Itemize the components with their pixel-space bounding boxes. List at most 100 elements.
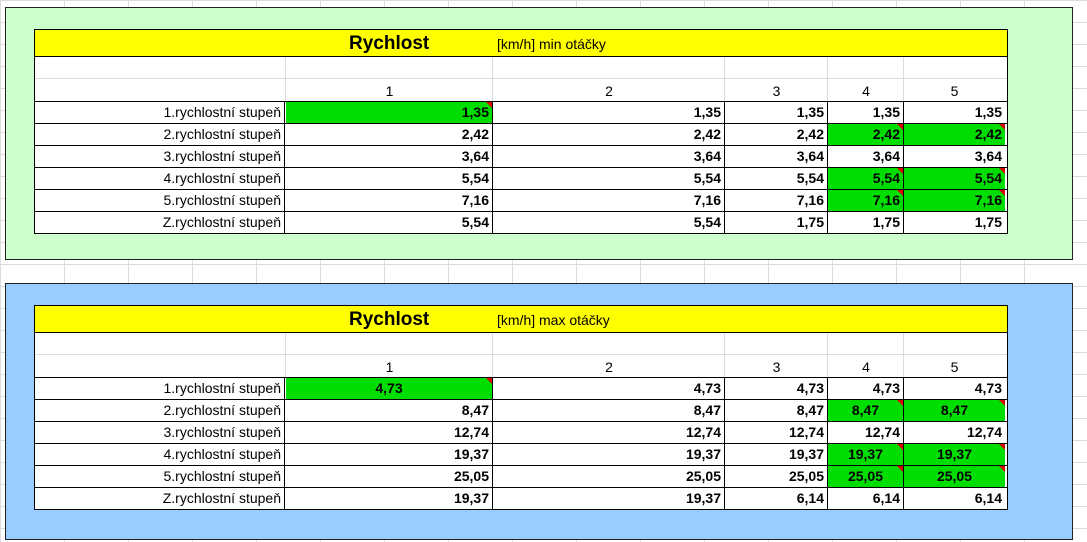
row-label: 2.rychlostní stupeň [35, 124, 285, 145]
cell-value[interactable]: 3,64 [725, 146, 828, 167]
cell-value[interactable]: 12,74 [286, 422, 493, 443]
cell-value[interactable]: 12,74 [828, 422, 904, 443]
comment-marker-icon [999, 124, 1005, 130]
cell-value[interactable]: 7,16 [286, 190, 493, 211]
cell-value[interactable]: 3,64 [828, 146, 904, 167]
row-label: Z.rychlostní stupeň [35, 488, 285, 509]
row-label: 5.rychlostní stupeň [35, 466, 285, 487]
comment-marker-icon [999, 400, 1005, 406]
cell-value[interactable]: 5,54 [286, 168, 493, 189]
cell-value[interactable]: 19,37 [286, 444, 493, 465]
cell-value[interactable]: 12,74 [904, 422, 1005, 443]
row-label: 5.rychlostní stupeň [35, 190, 285, 211]
cell-value[interactable]: 25,05 [286, 466, 493, 487]
cell-value[interactable]: 1,75 [904, 212, 1005, 233]
cell-value[interactable]: 25,05 [828, 466, 904, 487]
comment-marker-icon [897, 444, 903, 450]
cell-value[interactable]: 2,42 [286, 124, 493, 145]
cell-value[interactable]: 1,35 [286, 102, 493, 123]
table-row: Z.rychlostní stupeň 5,54 5,54 1,75 1,75 … [35, 212, 1007, 233]
cell-value[interactable]: 1,35 [725, 102, 828, 123]
table-row: 5.rychlostní stupeň 7,16 7,16 7,16 7,16 … [35, 190, 1007, 212]
cell-value[interactable]: 2,42 [725, 124, 828, 145]
cell-value[interactable]: 4,73 [725, 378, 828, 399]
title-bar: Rychlost [km/h] max otáčky [35, 306, 1007, 333]
cell-value[interactable]: 7,16 [828, 190, 904, 211]
cell-value[interactable]: 5,54 [725, 168, 828, 189]
cell-value[interactable]: 3,64 [904, 146, 1005, 167]
cell-value[interactable]: 12,74 [725, 422, 828, 443]
cell-value[interactable]: 1,75 [725, 212, 828, 233]
table-title: Rychlost [349, 33, 430, 54]
cell-value[interactable]: 5,54 [286, 212, 493, 233]
column-header-5: 5 [950, 83, 959, 99]
table-row: 5.rychlostní stupeň 25,05 25,05 25,05 25… [35, 466, 1007, 488]
cell-value[interactable]: 8,47 [286, 400, 493, 421]
table-subtitle: [km/h] max otáčky [497, 312, 610, 328]
row-label: 4.rychlostní stupeň [35, 168, 285, 189]
comment-marker-icon [897, 400, 903, 406]
cell-value[interactable]: 2,42 [904, 124, 1005, 145]
column-header-1: 1 [385, 359, 394, 375]
row-label: 3.rychlostní stupeň [35, 422, 285, 443]
table-row: 1.rychlostní stupeň 4,73 4,73 4,73 4,73 … [35, 378, 1007, 400]
cell-value[interactable]: 8,47 [828, 400, 904, 421]
cell-value[interactable]: 2,42 [493, 124, 725, 145]
cell-value[interactable]: 7,16 [725, 190, 828, 211]
cell-value[interactable]: 5,54 [828, 168, 904, 189]
comment-marker-icon [897, 466, 903, 472]
comment-marker-icon [897, 168, 903, 174]
cell-value[interactable]: 3,64 [286, 146, 493, 167]
table-row: Z.rychlostní stupeň 19,37 19,37 6,14 6,1… [35, 488, 1007, 509]
cell-value[interactable]: 25,05 [725, 466, 828, 487]
table-row: 3.rychlostní stupeň 3,64 3,64 3,64 3,64 … [35, 146, 1007, 168]
cell-value[interactable]: 7,16 [904, 190, 1005, 211]
cell-value[interactable]: 5,54 [493, 212, 725, 233]
cell-value[interactable]: 19,37 [286, 488, 493, 509]
comment-marker-icon [486, 378, 492, 384]
cell-value[interactable]: 1,35 [493, 102, 725, 123]
row-label: 4.rychlostní stupeň [35, 444, 285, 465]
cell-value[interactable]: 5,54 [904, 168, 1005, 189]
cell-value[interactable]: 19,37 [828, 444, 904, 465]
cell-value[interactable]: 4,73 [904, 378, 1005, 399]
row-label: 3.rychlostní stupeň [35, 146, 285, 167]
column-header-4: 4 [862, 83, 870, 99]
cell-value[interactable]: 19,37 [493, 488, 725, 509]
cell-value[interactable]: 19,37 [904, 444, 1005, 465]
column-header-row: 1 2 3 4 5 [35, 355, 1007, 378]
cell-value[interactable]: 8,47 [725, 400, 828, 421]
cell-value[interactable]: 6,14 [725, 488, 828, 509]
table-row: 2.rychlostní stupeň 2,42 2,42 2,42 2,42 … [35, 124, 1007, 146]
table-row: 1.rychlostní stupeň 1,35 1,35 1,35 1,35 … [35, 102, 1007, 124]
cell-value[interactable]: 12,74 [493, 422, 725, 443]
cell-value[interactable]: 25,05 [904, 466, 1005, 487]
row-label: Z.rychlostní stupeň [35, 212, 285, 233]
cell-value[interactable]: 4,73 [493, 378, 725, 399]
table-title: Rychlost [349, 309, 430, 330]
cell-value[interactable]: 4,73 [828, 378, 904, 399]
cell-value[interactable]: 6,14 [904, 488, 1005, 509]
cell-value[interactable]: 8,47 [493, 400, 725, 421]
column-header-1: 1 [385, 83, 394, 99]
cell-value[interactable]: 5,54 [493, 168, 725, 189]
cell-value[interactable]: 2,42 [828, 124, 904, 145]
cell-value[interactable]: 25,05 [493, 466, 725, 487]
speed-table-max: Rychlost [km/h] max otáčky 1 2 3 4 5 1.r… [34, 305, 1008, 510]
cell-value[interactable]: 3,64 [493, 146, 725, 167]
column-header-4: 4 [862, 359, 870, 375]
cell-value[interactable]: 1,35 [904, 102, 1005, 123]
column-header-row: 1 2 3 4 5 [35, 79, 1007, 102]
cell-value[interactable]: 8,47 [904, 400, 1005, 421]
cell-value[interactable]: 1,35 [828, 102, 904, 123]
comment-marker-icon [486, 102, 492, 108]
cell-value[interactable]: 19,37 [493, 444, 725, 465]
comment-marker-icon [999, 168, 1005, 174]
blank-row [35, 333, 1007, 355]
cell-value[interactable]: 7,16 [493, 190, 725, 211]
comment-marker-icon [999, 466, 1005, 472]
cell-value[interactable]: 6,14 [828, 488, 904, 509]
cell-value[interactable]: 19,37 [725, 444, 828, 465]
cell-value[interactable]: 1,75 [828, 212, 904, 233]
cell-value[interactable]: 4,73 [286, 378, 493, 399]
